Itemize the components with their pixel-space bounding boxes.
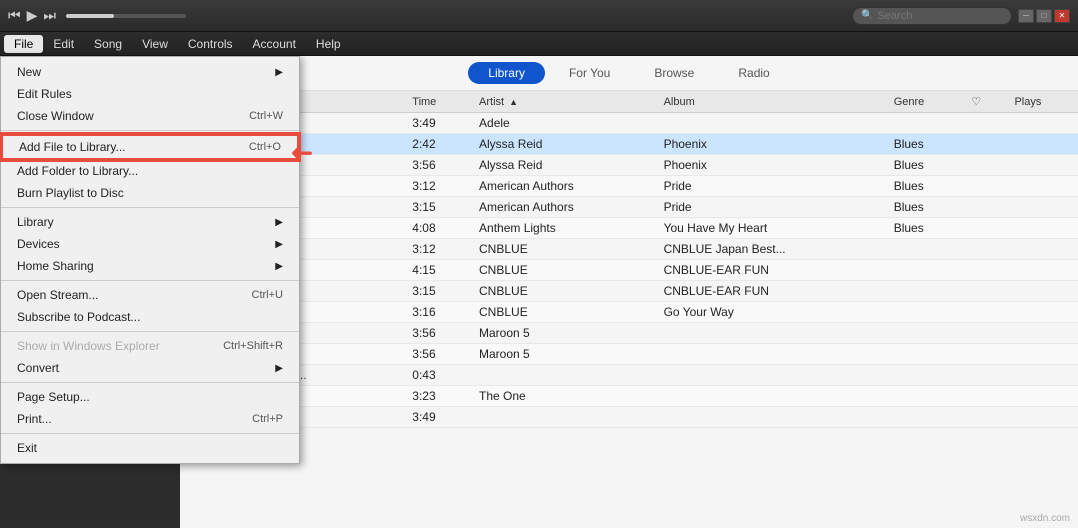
separator-6 [1,433,299,434]
table-row[interactable]: a Merry Christmas3:56Maroon 5 [180,344,1078,365]
table-row[interactable]: 3:15American AuthorsPrideBlues [180,197,1078,218]
menu-item-file[interactable]: File [4,35,43,53]
maximize-button[interactable]: □ [1036,9,1052,23]
table-row[interactable]: rumental)3:16CNBLUEGo Your Way [180,302,1078,323]
menu-item-help[interactable]: Help [306,35,351,53]
menu-exit[interactable]: Exit [1,437,299,459]
transport-controls: ⏮ ▶ ⏭ [8,7,186,24]
search-icon: 🔍 [861,10,873,21]
menu-item-view[interactable]: View [132,35,178,53]
separator-1 [1,130,299,131]
tab-radio[interactable]: Radio [718,62,789,84]
close-button[interactable]: ✕ [1054,9,1070,23]
search-bar[interactable]: 🔍 [852,7,1012,25]
menu-devices[interactable]: Devices ▶ [1,233,299,255]
title-bar: ⏮ ▶ ⏭ 🔍 ─ □ ✕ [0,0,1078,32]
menu-home-sharing[interactable]: Home Sharing ▶ [1,255,299,277]
table-header-row: Time Artist ▲ Album Genre ♡ Plays [180,91,1078,113]
separator-4 [1,331,299,332]
progress-fill [66,14,114,18]
table-row[interactable]: Heart4:08Anthem LightsYou Have My HeartB… [180,218,1078,239]
convert-arrow: ▶ [275,363,283,374]
menu-close-window[interactable]: Close Window Ctrl+W [1,105,299,127]
file-dropdown-menu: New ▶ Edit Rules Close Window Ctrl+W Add… [0,56,300,464]
home-sharing-arrow: ▶ [275,261,283,272]
menu-item-song[interactable]: Song [84,35,132,53]
right-panel: Library For You Browse Radio Time Artist… [180,56,1078,528]
separator-2 [1,207,299,208]
table-row[interactable]: 4:15CNBLUECNBLUE-EAR FUN [180,260,1078,281]
menu-item-edit[interactable]: Edit [43,35,84,53]
tab-library[interactable]: Library [468,62,545,84]
col-album[interactable]: Album [656,91,886,113]
menu-add-folder[interactable]: Add Folder to Library... [1,160,299,182]
play-button[interactable]: ▶ [27,7,38,24]
menu-convert[interactable]: Convert ▶ [1,357,299,379]
col-time[interactable]: Time [404,91,471,113]
arrow-annotation: ➜ [290,136,313,169]
table-row[interactable]: 3:15CNBLUECNBLUE-EAR FUN [180,281,1078,302]
table-row[interactable]: 3:56Alyssa ReidPhoenixBlues [180,155,1078,176]
music-table: Time Artist ▲ Album Genre ♡ Plays g In T… [180,91,1078,428]
fast-forward-button[interactable]: ⏭ [43,7,56,24]
tabs-bar: Library For You Browse Radio [180,56,1078,91]
col-genre[interactable]: Genre [886,91,964,113]
progress-bar[interactable] [66,14,186,18]
col-heart[interactable]: ♡ [963,91,1006,113]
library-arrow: ▶ [275,217,283,228]
search-input[interactable] [877,10,997,22]
menu-print[interactable]: Print... Ctrl+P [1,408,299,430]
table-row[interactable]: 3:12American AuthorsPrideBlues [180,176,1078,197]
menu-page-setup[interactable]: Page Setup... [1,386,299,408]
devices-arrow: ▶ [275,239,283,250]
menu-burn-playlist[interactable]: Burn Playlist to Disc [1,182,299,204]
separator-5 [1,382,299,383]
menu-open-stream[interactable]: Open Stream... Ctrl+U [1,284,299,306]
table-row[interactable]: g In The Deep3:49Adele [180,113,1078,134]
tab-browse[interactable]: Browse [634,62,714,84]
tab-for-you[interactable]: For You [549,62,630,84]
window-controls: ─ □ ✕ [1018,9,1070,23]
table-container: Time Artist ▲ Album Genre ♡ Plays g In T… [180,91,1078,528]
rewind-button[interactable]: ⏮ [8,7,21,24]
menu-add-file[interactable]: Add File to Library... Ctrl+O [1,134,299,160]
menu-item-account[interactable]: Account [243,35,306,53]
table-row[interactable]: 0b80f2f776f119c0b9...0:43 [180,365,1078,386]
new-arrow: ▶ [275,67,283,78]
menu-new[interactable]: New ▶ [1,61,299,83]
col-artist[interactable]: Artist ▲ [471,91,656,113]
table-row[interactable]: 2:42Alyssa ReidPhoenixBlues [180,134,1078,155]
col-plays[interactable]: Plays [1006,91,1078,113]
table-row[interactable]: &Daft Punk-Starboy3:49 [180,407,1078,428]
separator-3 [1,280,299,281]
table-row[interactable]: me3:12CNBLUECNBLUE Japan Best... [180,239,1078,260]
menu-subscribe-podcast[interactable]: Subscribe to Podcast... [1,306,299,328]
minimize-button[interactable]: ─ [1018,9,1034,23]
menu-library[interactable]: Library ▶ [1,211,299,233]
red-arrow-icon: ➜ [290,136,313,169]
watermark: wsxdn.com [1020,513,1070,524]
table-row[interactable]: 3:23The One [180,386,1078,407]
table-row[interactable]: as3:56Maroon 5 [180,323,1078,344]
menu-edit-rules[interactable]: Edit Rules [1,83,299,105]
menu-bar: File Edit Song View Controls Account Hel… [0,32,1078,56]
menu-show-explorer: Show in Windows Explorer Ctrl+Shift+R [1,335,299,357]
menu-item-controls[interactable]: Controls [178,35,243,53]
